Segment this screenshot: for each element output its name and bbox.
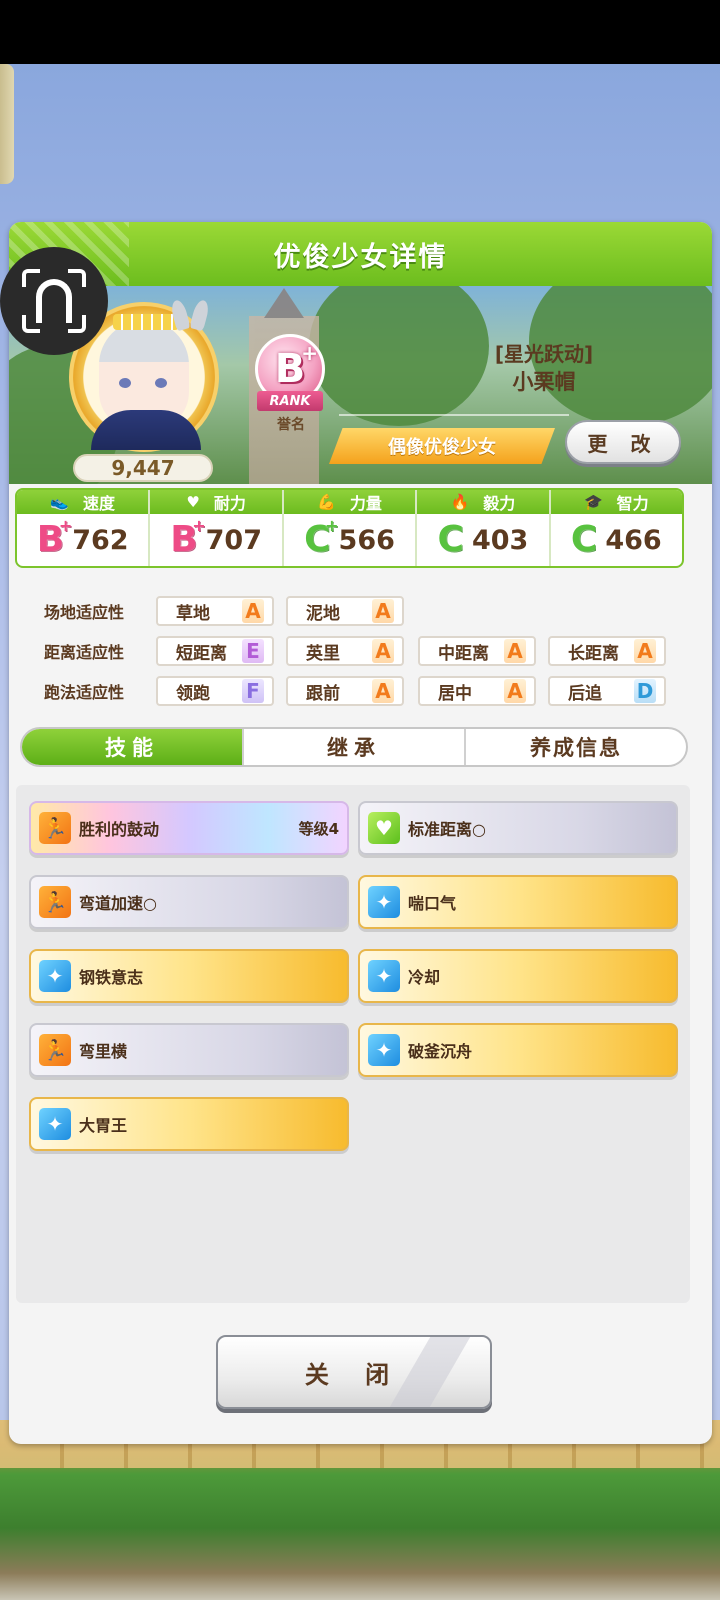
divider (339, 414, 569, 416)
skill-card[interactable]: 🏃 胜利的鼓动 等级4 (29, 801, 349, 855)
grade-badge: D (634, 679, 656, 703)
horseshoe-icon (36, 279, 72, 323)
stat-value: 466 (605, 524, 662, 556)
grade-badge: A (372, 679, 394, 703)
stat-label: 力量 (349, 494, 382, 513)
skill-card[interactable]: 🏃 弯道加速○ (29, 875, 349, 929)
portrait-area: 9,447 B + RANK 誉名 [星光跃动] 小栗帽 偶像优俊少女 更 改 (9, 286, 712, 484)
sparkle-icon: ✦ (368, 886, 400, 918)
tab-training-info[interactable]: 养成信息 (466, 729, 686, 765)
stat-label: 耐力 (213, 494, 246, 513)
stat-label: 智力 (616, 494, 649, 513)
scan-overlay-button[interactable] (0, 247, 108, 355)
sparkle-icon: ✦ (368, 960, 400, 992)
horse-ears-icon (173, 300, 213, 334)
detail-tabs: 技能 继承 养成信息 (20, 727, 688, 767)
aptitude-label: 跑法适应性 (44, 683, 125, 702)
aptitude-end-closer: 后追 D (548, 676, 666, 706)
stat-label: 速度 (83, 494, 116, 513)
character-title-banner: 偶像优俊少女 (329, 428, 555, 464)
tab-skills[interactable]: 技能 (22, 729, 244, 765)
stat-stamina: ♥ 耐力 B +707 (150, 490, 284, 566)
dialog-title: 优俊少女详情 (273, 241, 448, 273)
dialog-header: 优俊少女详情 (9, 222, 712, 286)
heart-icon: ♥ (368, 812, 400, 844)
style-aptitude-row: 跑法适应性 (24, 676, 154, 706)
heart-icon: ♥ (186, 493, 200, 511)
aptitude-front-runner: 领跑 F (156, 676, 274, 706)
grade-badge: E (242, 639, 264, 663)
sparkle-icon: ✦ (368, 1034, 400, 1066)
rank-plus: + (301, 341, 318, 365)
runner-icon: 🏃 (39, 886, 71, 918)
sparkle-icon: ✦ (39, 1108, 71, 1140)
aptitude-medium: 中距离 A (418, 636, 536, 666)
grade-badge: A (634, 639, 656, 663)
change-title-button[interactable]: 更 改 (565, 420, 681, 464)
fan-count: 9,447 (73, 454, 213, 482)
grade-badge: A (242, 599, 264, 623)
shoe-icon: 👟 (50, 493, 70, 511)
rank-ribbon: RANK (257, 391, 323, 411)
grade-badge: A (372, 639, 394, 663)
stat-power: 💪 力量 C +566 (283, 490, 418, 566)
skill-card[interactable]: ✦ 破釜沉舟 (358, 1023, 678, 1077)
tab-inheritance[interactable]: 继承 (244, 729, 466, 765)
skill-card[interactable]: ✦ 喘口气 (358, 875, 678, 929)
stat-value: 762 (72, 524, 129, 556)
aptitude-dirt: 泥地 A (286, 596, 404, 626)
aptitude-label: 距离适应性 (44, 643, 125, 662)
stat-speed: 👟 速度 B +762 (17, 490, 151, 566)
skill-card[interactable]: ♥ 标准距离○ (358, 801, 678, 855)
runner-icon: 🏃 (39, 812, 71, 844)
character-epithet: [星光跃动] (494, 342, 594, 366)
close-button[interactable]: 关 闭 (216, 1335, 492, 1409)
stat-wisdom: 🎓 智力 C 466 (550, 490, 682, 566)
aptitude-mile: 英里 A (286, 636, 404, 666)
aptitude-label: 场地适应性 (44, 603, 125, 622)
skill-card[interactable]: ✦ 钢铁意志 (29, 949, 349, 1003)
rank-caption: 誉名 (277, 417, 305, 433)
aptitude-pace-chaser: 跟前 A (286, 676, 404, 706)
stat-grade: B + (36, 516, 73, 560)
stat-grade: C (437, 519, 464, 560)
stat-grade: B + (170, 516, 206, 560)
stats-panel: 👟 速度 B +762 ♥ 耐力 B +707 💪 力量 C +566 🔥 毅力 C 403 🎓… (15, 488, 684, 568)
aptitude-late-surger: 居中 A (418, 676, 536, 706)
flame-icon: 🔥 (450, 493, 470, 511)
aptitude-long: 长距离 A (548, 636, 666, 666)
grad-cap-icon: 🎓 (583, 493, 603, 511)
stat-guts: 🔥 毅力 C 403 (417, 490, 551, 566)
skill-level: 等级4 (298, 819, 339, 838)
stat-grade: C (570, 519, 598, 560)
background-edge (0, 64, 14, 184)
skill-list: 🏃 胜利的鼓动 等级4 ♥ 标准距离○ 🏃 弯道加速○ ✦ 喘口气 ✦ 钢铁意志… (16, 785, 690, 1303)
stat-label: 毅力 (483, 494, 516, 513)
skill-card[interactable]: 🏃 弯里横 (29, 1023, 349, 1077)
runner-icon: 🏃 (39, 1034, 71, 1066)
muscle-icon: 💪 (317, 493, 336, 511)
stat-grade: C + (304, 516, 339, 560)
avatar-uniform (91, 410, 201, 450)
skill-card[interactable]: ✦ 大胃王 (29, 1097, 349, 1151)
crown-icon (113, 314, 179, 330)
aptitude-sprint: 短距离 E (156, 636, 274, 666)
stat-value: 566 (338, 524, 395, 556)
grade-badge: A (504, 639, 526, 663)
aptitude-turf: 草地 A (156, 596, 274, 626)
stat-value: 403 (471, 524, 529, 556)
sparkle-icon: ✦ (39, 960, 71, 992)
skill-card[interactable]: ✦ 冷却 (358, 949, 678, 1003)
grade-badge: A (504, 679, 526, 703)
stat-value: 707 (205, 524, 263, 556)
character-name: 小栗帽 (512, 370, 576, 394)
status-bar (0, 0, 720, 64)
grade-badge: A (372, 599, 394, 623)
scan-icon (22, 269, 86, 333)
distance-aptitude-row: 距离适应性 (24, 636, 154, 666)
track-aptitude-row: 场地适应性 (24, 596, 154, 626)
grade-badge: F (242, 679, 264, 703)
